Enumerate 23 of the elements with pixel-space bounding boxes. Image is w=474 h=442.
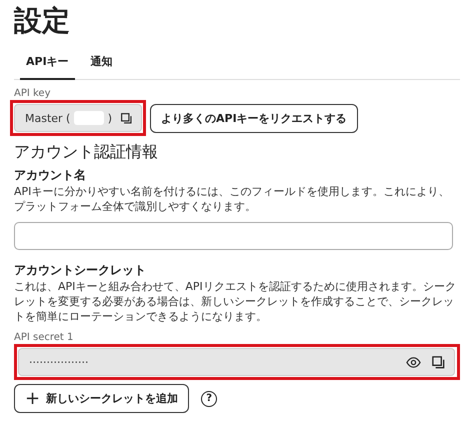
field-label: API key [14,88,52,100]
copy-icon[interactable] [431,354,446,370]
api-key-field[interactable]: Master ( ) [14,104,142,132]
input-field[interactable] [14,222,453,250]
tab[interactable]: 通知 [84,50,119,80]
redacted-block [74,111,104,125]
field-label: API secret 1 [14,332,74,344]
section-title: アカウント認証情報 [14,142,159,163]
field-label: アカウントシークレット [14,262,147,279]
field-description: これは、APIキーと組み合わせて、APIリクエストを認証するために使用されます。シークレットを変更する必要がある場合は、新しいシークレットを作成することで、シークレットを簡単にローテーションできるようになります。 [14,279,457,324]
page-title: 設定 [14,4,71,38]
secret-field[interactable]: ················· [18,348,455,376]
help-icon[interactable]: ? [201,390,218,406]
field-label: アカウント名 [14,167,87,184]
secret-value: ················· [29,356,88,368]
add-secret-button[interactable]: + 新しいシークレットを追加 [14,384,190,413]
request-button[interactable]: より多くのAPIキーをリクエストする [150,104,358,132]
tab[interactable]: APIキー [20,50,75,80]
key-value: ) [108,112,112,124]
field-description: APIキーに分かりやすい名前を付けるには、このフィールドを使用します。これにより、プラットフォーム全体で識別しやすくなります。 [14,184,450,214]
key-value: Master ( [25,112,70,124]
copy-icon[interactable] [120,110,133,126]
eye-icon[interactable] [406,354,421,370]
